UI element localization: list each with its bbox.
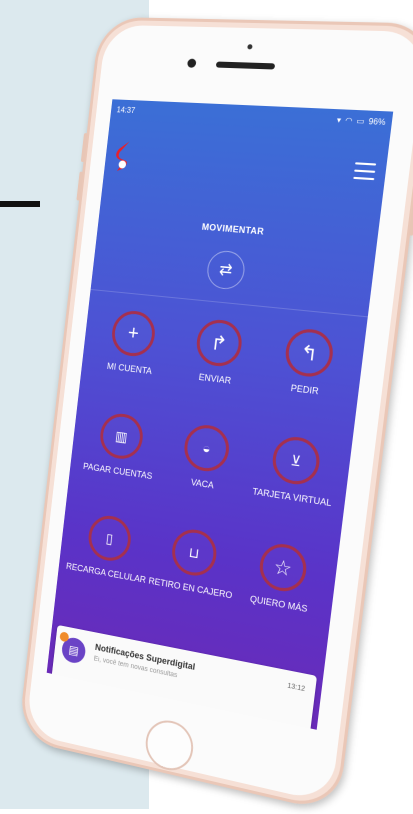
plus-icon: + [109,309,158,359]
action-label: MI CUENTA [106,361,153,377]
transfer-arrows-icon[interactable]: ⇄ [205,249,247,291]
battery-icon: ▭ [356,115,366,126]
action-label: RECARGA CELULAR [65,560,147,585]
hamburger-menu-icon[interactable] [353,162,377,181]
action-label: VACA [190,477,215,491]
status-time: 14:37 [116,104,136,115]
share-arrow-icon: ↱ [194,317,245,369]
movimentar-title: MOVIMENTAR [201,221,265,237]
cash-withdraw-icon: ⊔ [169,526,219,580]
star-icon: ☆ [257,540,309,595]
action-pagar-cuentas[interactable]: ▥ PAGAR CUENTAS [75,409,166,484]
battery-level: 96% [368,116,387,127]
cow-icon: ◒ [181,422,232,475]
notification-time: 13:12 [286,682,306,694]
superdigital-logo-icon[interactable] [111,139,135,173]
return-arrow-icon: ↰ [283,327,336,380]
action-label: RETIRO EN CAJERO [148,575,233,601]
action-label: PAGAR CUENTAS [82,461,153,482]
action-pedir[interactable]: ↰ PEDIR [258,325,359,402]
action-recarga-celular[interactable]: ▯ RECARGA CELULAR [64,509,155,586]
action-quiero-mas[interactable]: ☆ QUIERO MÁS [232,537,332,618]
action-enviar[interactable]: ↱ ENVIAR [170,316,266,391]
action-label: PEDIR [290,382,320,397]
background-decoration-bar [0,201,40,207]
cart-icon: ⊻ [270,434,323,488]
phone-mockup: 14:37 ▾ ◠ ▭ 96% MOVIMENTAR ⇄ + MI CUENTA… [17,16,413,814]
action-label: ENVIAR [198,371,232,386]
action-label: TARJETA VIRTUAL [251,486,333,509]
action-retiro-en-cajero[interactable]: ⊔ RETIRO EN CAJERO [146,523,241,602]
action-vaca[interactable]: ◒ VACA [158,420,254,497]
wifi-icon: ◠ [344,115,354,125]
mobile-phone-icon: ▯ [86,512,134,565]
phone-device: 14:37 ▾ ◠ ▭ 96% MOVIMENTAR ⇄ + MI CUENTA… [17,16,413,814]
action-label: QUIERO MÁS [249,593,309,615]
signal-icon: ▾ [336,114,342,125]
barcode-icon: ▥ [97,411,146,462]
action-mi-cuenta[interactable]: + MI CUENTA [87,307,179,380]
action-tarjeta-virtual[interactable]: ⊻ TARJETA VIRTUAL [245,431,346,510]
status-icons: ▾ ◠ ▭ 96% [336,115,386,127]
